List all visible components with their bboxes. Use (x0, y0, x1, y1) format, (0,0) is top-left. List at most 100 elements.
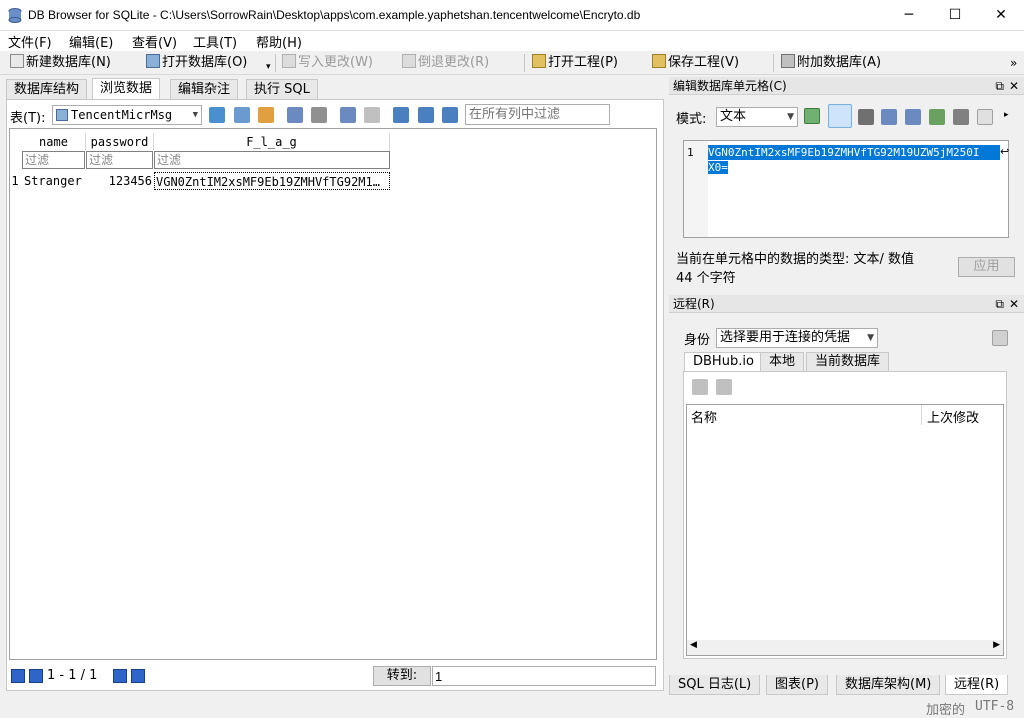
remote-tab-bar: DBHub.io 本地 当前数据库 (684, 352, 1004, 372)
tab-local[interactable]: 本地 (760, 352, 805, 371)
print-icon[interactable] (311, 107, 327, 123)
clear-cell-icon[interactable] (977, 109, 993, 125)
save-table-icon[interactable] (287, 107, 303, 123)
clear-filters-icon[interactable] (234, 107, 250, 123)
close-panel-icon[interactable]: ✕ (1009, 77, 1019, 95)
cell-editor[interactable]: 1 VGN0ZntIM2xsMF9Eb19ZMHVfTG92M19UZW5jM2… (683, 140, 1009, 238)
undock-icon[interactable]: ⧉ (995, 77, 1004, 95)
open-database-button[interactable]: 打开数据库(O) (146, 53, 247, 73)
menu-edit[interactable]: 编辑(E) (69, 32, 113, 51)
column-format-icon[interactable] (418, 107, 434, 123)
close-panel-icon[interactable]: ✕ (1009, 295, 1019, 313)
mode-label: 模式: (676, 112, 707, 127)
text-format-icon[interactable] (393, 107, 409, 123)
edit-cell-header: 编辑数据库单元格(C) ⧉ ✕ (669, 77, 1024, 95)
tab-sql-log[interactable]: SQL 日志(L) (669, 675, 761, 695)
apply-button[interactable]: 应用 (958, 257, 1015, 277)
page-indicator: 1 - 1 / 1 (47, 668, 98, 683)
column-header-name[interactable]: name (22, 133, 86, 151)
identity-select[interactable]: 选择要用于连接的凭据 ▼ (716, 328, 878, 348)
open-dropdown-arrow[interactable]: ▾ (266, 57, 271, 77)
identity-label: 身份 (684, 333, 711, 348)
tab-browse-data[interactable]: 浏览数据 (92, 78, 161, 100)
clear-sorting-icon[interactable] (258, 107, 274, 123)
mode-select[interactable]: 文本 ▼ (716, 107, 798, 127)
open-database-icon (146, 54, 160, 68)
new-database-button[interactable]: 新建数据库(N) (10, 53, 111, 73)
menu-help[interactable]: 帮助(H) (256, 32, 302, 51)
previous-page-button[interactable] (29, 669, 43, 683)
horizontal-scrollbar[interactable]: ◀ ▶ (687, 640, 1003, 655)
export-icon[interactable] (905, 109, 921, 125)
toolbar-overflow-button[interactable]: » (1010, 53, 1017, 73)
insert-record-icon[interactable] (340, 107, 356, 123)
status-bar: 加密的 UTF-8 (0, 697, 1024, 718)
tab-edit-pragmas[interactable]: 编辑杂注 (170, 79, 239, 99)
set-encoding-icon[interactable] (442, 107, 458, 123)
indent-icon[interactable] (858, 109, 874, 125)
overflow-icon[interactable]: ▸ (1004, 110, 1009, 120)
editor-line-number: 1 (687, 146, 694, 159)
save-project-icon (652, 54, 666, 68)
tab-database-structure[interactable]: 数据库结构 (6, 79, 88, 99)
table-label: 表(T): (10, 111, 46, 126)
filter-input-name[interactable]: 过滤 (22, 151, 85, 169)
tab-db-schema[interactable]: 数据库架构(M) (836, 675, 941, 695)
set-null-icon[interactable] (929, 109, 945, 125)
chevron-down-icon: ▼ (787, 112, 794, 122)
undock-icon[interactable]: ⧉ (995, 295, 1004, 313)
goto-button[interactable]: 转到: (373, 666, 431, 686)
table-select[interactable]: TencentMicrMsg ▼ (52, 105, 202, 125)
tab-execute-sql[interactable]: 执行 SQL (246, 79, 318, 99)
window-title: DB Browser for SQLite - C:\Users\SorrowR… (28, 8, 641, 22)
filter-input-flag[interactable]: 过滤 (154, 151, 390, 169)
wrap-marker-icon: ↩ (1000, 145, 1010, 158)
save-project-button[interactable]: 保存工程(V) (652, 53, 739, 73)
cell-password[interactable]: 123456 (86, 172, 152, 190)
chevron-down-icon: ▼ (867, 333, 874, 343)
cell-name[interactable]: Stranger (24, 172, 84, 190)
clone-icon[interactable] (716, 379, 732, 395)
open-project-button[interactable]: 打开工程(P) (532, 53, 618, 73)
column-header-flag[interactable]: F_l_a_g (154, 133, 390, 151)
word-wrap-icon[interactable] (828, 104, 852, 128)
filter-input-password[interactable]: 过滤 (86, 151, 153, 169)
next-page-button[interactable] (113, 669, 127, 683)
identity-settings-icon[interactable] (992, 330, 1008, 346)
global-filter-input[interactable] (465, 104, 610, 125)
tab-current-database[interactable]: 当前数据库 (806, 352, 890, 371)
import-icon[interactable] (881, 109, 897, 125)
cell-flag-selected[interactable]: VGN0ZntIM2xsMF9Eb19ZMHVfTG92M1… (154, 172, 390, 190)
table-icon (56, 109, 68, 121)
last-page-button[interactable] (131, 669, 145, 683)
menu-tools[interactable]: 工具(T) (193, 32, 237, 51)
minimize-button[interactable]: ─ (886, 0, 932, 31)
delete-record-icon[interactable] (364, 107, 380, 123)
attach-database-button[interactable]: 附加数据库(A) (781, 53, 881, 73)
goto-input[interactable] (432, 666, 656, 686)
column-header-password[interactable]: password (86, 133, 154, 151)
menu-file[interactable]: 文件(F) (8, 32, 52, 51)
refresh-icon[interactable] (209, 107, 225, 123)
write-changes-button[interactable]: 写入更改(W) (282, 53, 373, 73)
database-app-icon (8, 8, 22, 23)
print-cell-icon[interactable] (953, 109, 969, 125)
menu-view[interactable]: 查看(V) (132, 32, 177, 51)
maximize-button[interactable]: ☐ (932, 0, 978, 31)
tab-dbhub[interactable]: DBHub.io (684, 352, 763, 371)
revert-changes-button[interactable]: 倒退更改(R) (402, 53, 489, 73)
first-page-button[interactable] (11, 669, 25, 683)
column-header-name[interactable]: 名称 (691, 407, 717, 426)
toolbar-separator (773, 54, 774, 72)
main-toolbar: 新建数据库(N) 打开数据库(O) ▾ 写入更改(W) 倒退更改(R) 打开工程… (0, 51, 1024, 75)
row-number[interactable]: 1 (10, 172, 20, 190)
auto-format-icon[interactable] (804, 108, 820, 124)
close-button[interactable]: ✕ (978, 0, 1024, 31)
remote-file-list[interactable]: 名称 上次修改 ◀ ▶ (686, 404, 1004, 656)
column-header-last-modified[interactable]: 上次修改 (927, 407, 979, 426)
menu-bar: 文件(F) 编辑(E) 查看(V) 工具(T) 帮助(H) (0, 31, 1024, 51)
tab-remote[interactable]: 远程(R) (945, 675, 1009, 695)
refresh-remote-icon[interactable] (692, 379, 708, 395)
chevron-down-icon: ▼ (192, 110, 198, 120)
tab-plot[interactable]: 图表(P) (766, 675, 828, 695)
